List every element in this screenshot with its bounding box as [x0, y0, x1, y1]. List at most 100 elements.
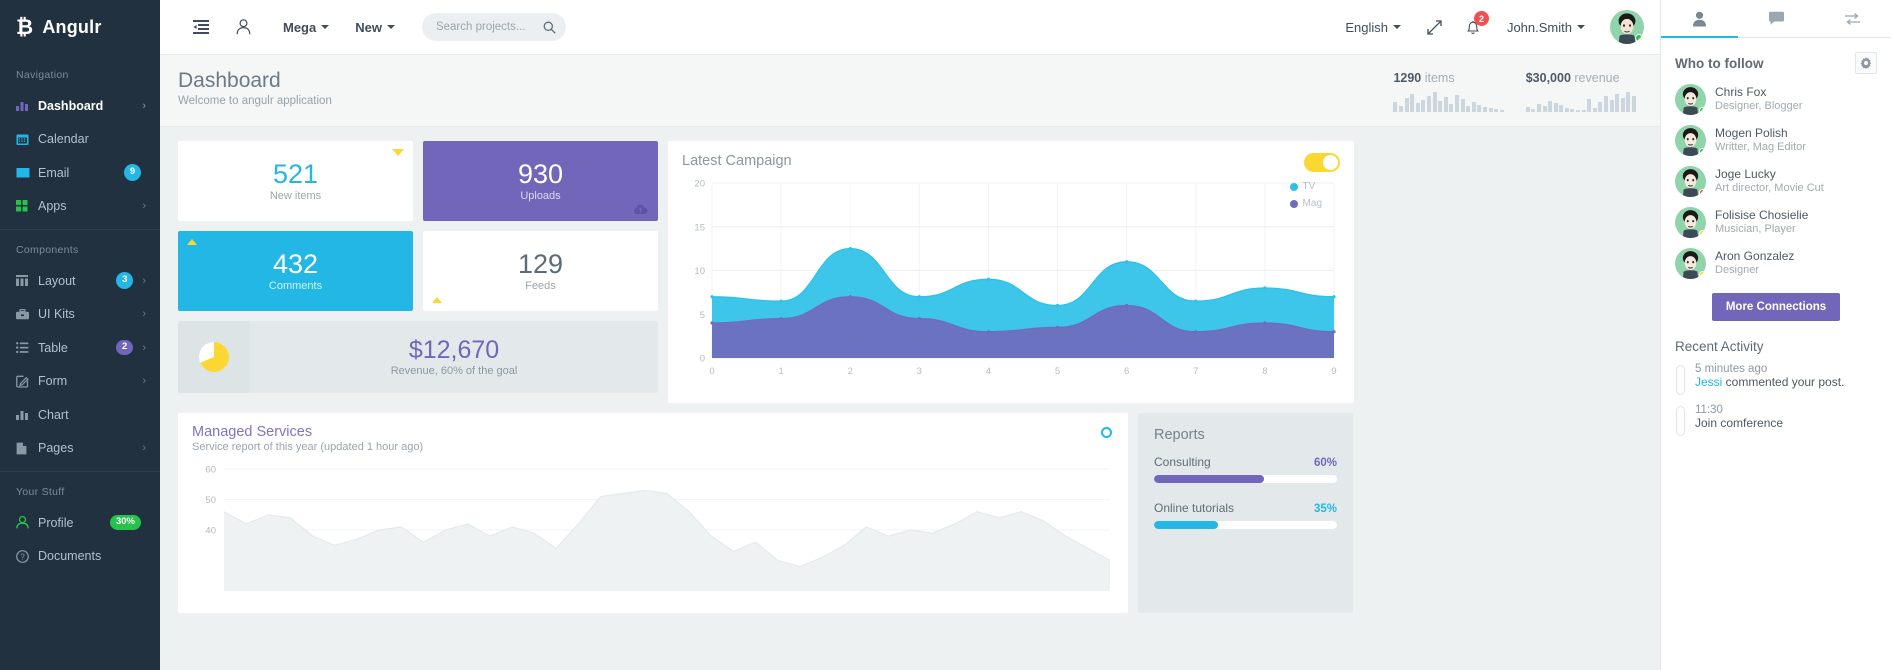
svg-text:9: 9	[1331, 366, 1336, 377]
sidebar-item-label: UI Kits	[38, 307, 138, 321]
more-connections-button[interactable]: More Connections	[1712, 293, 1840, 321]
sidebar-item-label: Calendar	[38, 132, 146, 146]
spark-bar	[1626, 92, 1630, 112]
sidebar-item-table[interactable]: Table2›	[0, 331, 160, 365]
tile-row-2: 432 Comments 129 Feeds	[178, 231, 658, 311]
sidebar-item-form[interactable]: Form›	[0, 365, 160, 399]
language-label: English	[1345, 20, 1388, 35]
sidebar-item-pages[interactable]: Pages›	[0, 432, 160, 466]
activity-link[interactable]: Jessi	[1695, 375, 1722, 389]
sidebar-item-badge: 30%	[110, 515, 141, 530]
user-menu-button[interactable]: John.Smith	[1494, 20, 1598, 35]
tile-value: 432	[273, 250, 318, 278]
status-dot	[1699, 230, 1706, 237]
online-status-dot	[1635, 34, 1643, 42]
new-menu-button[interactable]: New	[342, 20, 408, 35]
sidebar-item-apps[interactable]: Apps›	[0, 190, 160, 224]
search-box[interactable]	[422, 13, 566, 41]
tile-label: Feeds	[525, 280, 556, 292]
language-selector[interactable]: English	[1332, 20, 1414, 35]
header-stat-value: 1290 items	[1393, 71, 1503, 85]
tab-people[interactable]	[1661, 0, 1738, 37]
revenue-card[interactable]: $12,670 Revenue, 60% of the goal	[178, 321, 658, 393]
follow-list-item[interactable]: Mogen Polish Writter, Mag Editor	[1675, 125, 1877, 156]
person-name: Aron Gonzalez	[1715, 249, 1794, 264]
spark-bar	[1570, 109, 1574, 112]
svg-text:3: 3	[917, 366, 922, 377]
follow-list-item[interactable]: Aron Gonzalez Designer	[1675, 248, 1877, 279]
tile-comments[interactable]: 432 Comments	[178, 231, 413, 311]
sidebar-item-documents[interactable]: ?Documents	[0, 540, 160, 574]
person-name: Mogen Polish	[1715, 126, 1806, 141]
sidebar-item-calendar[interactable]: Calendar	[0, 123, 160, 157]
file-icon	[16, 442, 38, 455]
spark-bar	[1399, 106, 1403, 112]
activity-rail	[1675, 404, 1686, 436]
recent-activity-list: 5 minutes ago Jessi commented your post.…	[1675, 363, 1877, 436]
follow-list-item[interactable]: Folisise Chosielie Musician, Player	[1675, 207, 1877, 238]
tile-new-items[interactable]: 521 New items	[178, 141, 413, 221]
campaign-toggle[interactable]	[1304, 153, 1340, 172]
report-row-header: Consulting 60%	[1154, 455, 1337, 469]
svg-text:4: 4	[986, 366, 991, 377]
svg-text:60: 60	[205, 465, 216, 476]
tile-value: 521	[273, 160, 318, 188]
calendar-icon	[16, 133, 38, 146]
sidebar-item-label: Layout	[38, 274, 116, 288]
sidebar-item-dashboard[interactable]: Dashboard›	[0, 89, 160, 123]
briefcase-icon	[16, 309, 38, 320]
sidebar-item-label: Dashboard	[38, 99, 138, 113]
svg-text:15: 15	[694, 222, 705, 233]
sidebar-item-profile[interactable]: Profile30%	[0, 506, 160, 540]
chevron-down-icon	[1393, 25, 1401, 29]
spark-bar	[1438, 101, 1442, 112]
tile-label: Uploads	[520, 190, 560, 202]
sidebar-item-layout[interactable]: Layout3›	[0, 264, 160, 298]
spark-bar	[1526, 107, 1530, 112]
search-icon[interactable]	[543, 21, 556, 34]
report-row: Online tutorials 35%	[1154, 501, 1337, 529]
report-percent: 60%	[1314, 457, 1337, 469]
status-dot	[1699, 107, 1706, 114]
header-stat: $30,000 revenue	[1526, 71, 1636, 112]
tab-activity[interactable]	[1814, 0, 1891, 37]
tile-feeds[interactable]: 129 Feeds	[423, 231, 658, 311]
legend-item-mag: Mag	[1290, 198, 1322, 209]
brand-logo[interactable]: ₿ Angulr	[0, 0, 160, 55]
spark-bar	[1559, 105, 1563, 112]
triangle-down-icon	[392, 149, 404, 156]
sidebar-item-ui-kits[interactable]: UI Kits›	[0, 298, 160, 332]
sidebar-item-chart[interactable]: Chart	[0, 398, 160, 432]
sidebar-item-email[interactable]: Email9	[0, 156, 160, 190]
sidebar-item-badge: 3	[116, 272, 133, 289]
spark-bar	[1576, 110, 1580, 112]
avatar[interactable]	[1610, 10, 1644, 44]
spark-bar	[1615, 94, 1619, 112]
user-outline-icon[interactable]	[226, 10, 260, 44]
follow-list-item[interactable]: Chris Fox Designer, Blogger	[1675, 84, 1877, 115]
refresh-icon[interactable]	[1101, 427, 1112, 438]
spark-bar	[1582, 110, 1586, 112]
tab-chat[interactable]	[1738, 0, 1815, 37]
follow-item-text: Joge Lucky Art director, Movie Cut	[1715, 167, 1824, 196]
campaign-title: Latest Campaign	[682, 153, 1340, 169]
status-dot	[1699, 148, 1706, 155]
gear-icon[interactable]	[1855, 52, 1877, 74]
svg-text:50: 50	[205, 495, 216, 506]
reports-title: Reports	[1154, 427, 1337, 443]
page-header: Dashboard Welcome to angulr application …	[160, 55, 1660, 127]
notifications-button[interactable]: 2	[1456, 10, 1490, 44]
legend-item-tv: TV	[1290, 181, 1322, 192]
spark-bar	[1494, 109, 1498, 112]
activity-item: 5 minutes ago Jessi commented your post.	[1675, 363, 1877, 395]
sidebar-collapse-icon[interactable]	[184, 10, 218, 44]
follow-list-item[interactable]: Joge Lucky Art director, Movie Cut	[1675, 166, 1877, 197]
report-row-header: Online tutorials 35%	[1154, 501, 1337, 515]
chevron-right-icon: ›	[142, 342, 146, 354]
expand-icon[interactable]	[1418, 10, 1452, 44]
tile-uploads[interactable]: 930 Uploads	[423, 141, 658, 221]
sidebar-item-badge: 9	[124, 164, 141, 181]
mega-menu-button[interactable]: Mega	[270, 20, 342, 35]
spark-bar	[1416, 103, 1420, 112]
search-input[interactable]	[436, 21, 537, 33]
